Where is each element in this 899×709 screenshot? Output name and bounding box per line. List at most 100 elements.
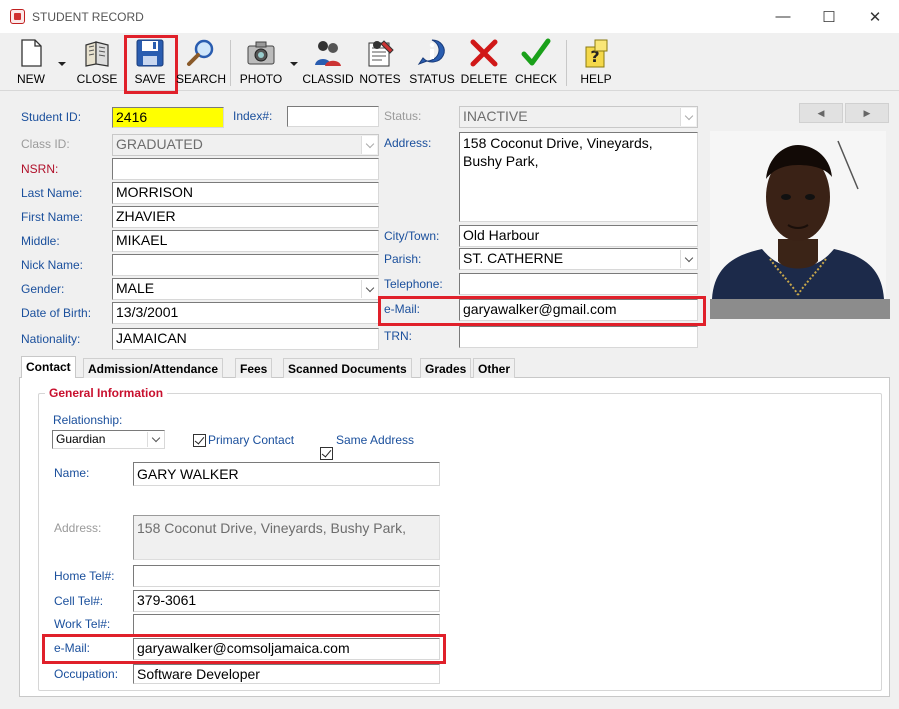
delete-button[interactable]: DELETE (460, 37, 508, 91)
student-portrait-image (710, 131, 886, 299)
dob-field[interactable]: 13/3/2001 (112, 302, 379, 324)
photo-dropdown-arrow[interactable] (290, 62, 298, 66)
tab-scanned-documents[interactable]: Scanned Documents (283, 358, 412, 378)
address-textarea[interactable]: 158 Coconut Drive, Vineyards, Bushy Park… (459, 132, 698, 222)
city-field[interactable]: Old Harbour (459, 225, 698, 247)
relationship-label: Relationship: (53, 413, 123, 427)
email-highlight-box (378, 296, 706, 326)
middle-name-field[interactable]: MIKAEL (112, 230, 379, 252)
cell-tel-field[interactable]: 379-3061 (133, 590, 440, 612)
home-tel-field[interactable] (133, 565, 440, 587)
help-button[interactable]: ? HELP (576, 37, 616, 91)
gender-dropdown-icon[interactable] (361, 280, 377, 298)
last-name-field[interactable]: MORRISON (112, 182, 379, 204)
notes-icon (368, 40, 394, 67)
classid-button[interactable]: CLASSID (302, 37, 354, 91)
contact-address-field[interactable]: 158 Coconut Drive, Vineyards, Bushy Park… (133, 515, 440, 560)
nsrn-field[interactable] (112, 158, 379, 180)
dob-label: Date of Birth: (21, 306, 92, 320)
work-tel-field[interactable] (133, 614, 440, 636)
nationality-field[interactable]: JAMAICAN (112, 328, 379, 350)
parish-dropdown-icon[interactable] (680, 250, 696, 268)
photo-button[interactable]: PHOTO (240, 37, 282, 91)
status-value: INACTIVE (463, 108, 528, 124)
class-id-value: GRADUATED (116, 136, 203, 152)
contact-name-field[interactable]: GARY WALKER (133, 462, 440, 486)
class-id-label: Class ID: (21, 137, 70, 151)
tab-admission-attendance[interactable]: Admission/Attendance (83, 358, 224, 378)
minimize-button[interactable]: — (760, 0, 806, 33)
trn-label: TRN: (384, 329, 412, 343)
close-window-button[interactable]: ✕ (852, 0, 898, 33)
camera-icon (247, 41, 275, 65)
index-field[interactable] (287, 106, 379, 127)
info-status-icon (417, 39, 445, 66)
class-id-dropdown-icon[interactable] (361, 136, 377, 154)
occupation-field[interactable]: Software Developer (133, 664, 440, 684)
app-icon (10, 9, 25, 24)
status-label: STATUS (409, 72, 455, 86)
telephone-field[interactable] (459, 273, 698, 295)
status-dropdown-icon[interactable] (680, 108, 696, 126)
contact-email-highlight-box (42, 634, 446, 664)
photo-label: PHOTO (239, 72, 283, 86)
toolbar-separator (566, 40, 567, 86)
gender-combo[interactable]: MALE (112, 278, 379, 300)
check-button[interactable]: CHECK (514, 37, 558, 91)
parish-combo[interactable]: ST. CATHERNE (459, 248, 698, 270)
class-id-combo[interactable]: GRADUATED (112, 134, 379, 156)
photo-caption-bar (710, 299, 890, 319)
save-label: SAVE (134, 72, 166, 86)
prev-record-button[interactable]: ◀ (799, 103, 843, 123)
red-x-delete-icon (470, 39, 498, 67)
relationship-combo[interactable]: Guardian (52, 430, 165, 449)
magnifier-search-icon (187, 39, 214, 66)
close-button[interactable]: CLOSE (76, 37, 118, 91)
delete-label: DELETE (460, 72, 508, 86)
primary-contact-label: Primary Contact (208, 433, 295, 447)
check-label: CHECK (514, 72, 557, 86)
nick-name-label: Nick Name: (21, 258, 84, 272)
help-question-icon: ? (585, 39, 608, 68)
nsrn-label: NSRN: (21, 162, 59, 176)
tab-other[interactable]: Other (473, 358, 516, 378)
maximize-button[interactable]: ☐ (806, 0, 852, 33)
new-dropdown-arrow[interactable] (58, 62, 66, 66)
tab-contact[interactable]: Contact (21, 356, 76, 378)
cell-tel-label: Cell Tel#: (54, 594, 104, 608)
status-combo[interactable]: INACTIVE (459, 106, 698, 128)
status-field-label: Status: (384, 109, 422, 123)
search-label: SEARCH (176, 72, 227, 86)
student-photo (710, 131, 886, 299)
occupation-label: Occupation: (54, 667, 119, 681)
next-record-button[interactable]: ▶ (845, 103, 889, 123)
save-button[interactable]: SAVE (128, 37, 172, 91)
student-id-field[interactable]: 2416 (112, 107, 224, 128)
same-address-checkbox[interactable] (320, 447, 333, 460)
first-name-field[interactable]: ZHAVIER (112, 206, 379, 228)
primary-contact-checkbox[interactable] (193, 434, 206, 447)
contact-name-label: Name: (54, 466, 90, 480)
parish-value: ST. CATHERNE (463, 250, 564, 266)
tab-grades[interactable]: Grades (420, 358, 472, 378)
close-label: CLOSE (76, 72, 118, 86)
toolbar-separator (230, 40, 231, 86)
nick-name-field[interactable] (112, 254, 379, 276)
students-classid-icon (315, 41, 341, 66)
telephone-label: Telephone: (384, 277, 443, 291)
status-button[interactable]: STATUS (409, 37, 455, 91)
last-name-label: Last Name: (21, 186, 83, 200)
home-tel-label: Home Tel#: (54, 569, 115, 583)
tab-fees[interactable]: Fees (235, 358, 273, 378)
trn-field[interactable] (459, 326, 698, 348)
help-label: HELP (580, 72, 612, 86)
relationship-value: Guardian (56, 432, 106, 446)
notes-button[interactable]: NOTES (358, 37, 402, 91)
search-button[interactable]: SEARCH (176, 37, 227, 91)
student-id-label: Student ID: (21, 110, 82, 124)
address-label: Address: (384, 136, 432, 150)
window-title: STUDENT RECORD (32, 10, 144, 24)
new-button[interactable]: NEW (12, 37, 50, 91)
relationship-dropdown-icon[interactable] (147, 432, 163, 447)
middle-name-label: Middle: (21, 234, 60, 248)
